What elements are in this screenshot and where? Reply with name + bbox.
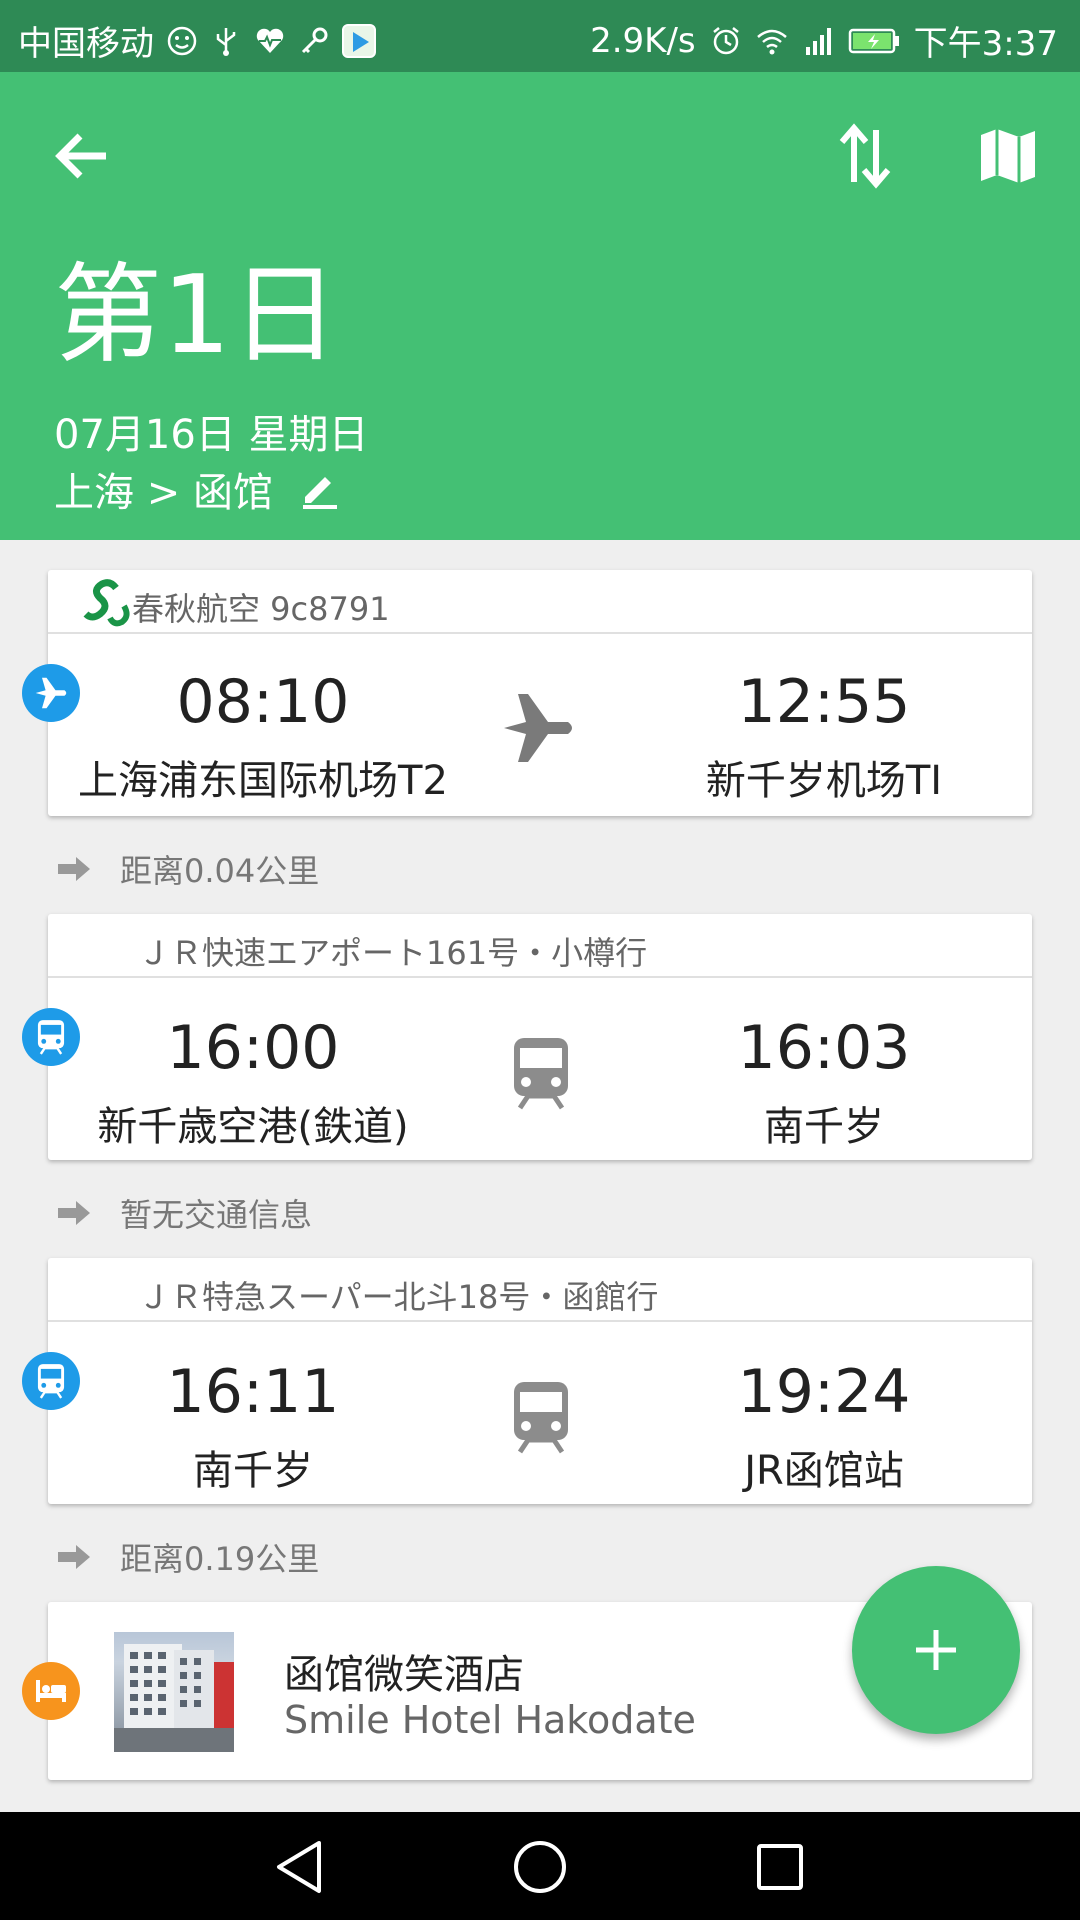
back-button[interactable] — [42, 116, 122, 196]
day-date: 07月16日 星期日 — [54, 412, 369, 458]
arrive-time: 12:55 — [737, 667, 911, 737]
right-arrow-icon — [58, 857, 90, 881]
airline-logo-icon — [83, 579, 130, 627]
hotel-name-cn: 函馆微笑酒店 — [284, 1652, 524, 1698]
flight-departure: 08:10 上海浦东国际机场T2 — [48, 672, 478, 806]
transfer-text: 距离0.04公里 — [120, 852, 320, 890]
map-icon — [981, 129, 1035, 183]
arrive-place: 新千岁机场TI — [705, 758, 943, 804]
train-card-header: ＪＲ特急スーパー北斗18号・函館行 — [48, 1258, 1032, 1322]
right-arrow-icon — [58, 1201, 90, 1225]
train-departure: 16:11 南千岁 — [48, 1362, 458, 1496]
heartbeat-icon — [256, 28, 284, 53]
bed-icon — [36, 1680, 66, 1702]
depart-place: 上海浦东国际机场T2 — [78, 758, 448, 804]
transfer-info: 暂无交通信息 — [56, 1190, 312, 1236]
train-icon — [37, 1364, 65, 1399]
clock-time: 下午3:37 — [913, 24, 1058, 64]
arrive-place: 南千岁 — [764, 1104, 884, 1150]
carrier-label: 中国移动 — [18, 24, 154, 64]
plane-icon — [504, 694, 572, 762]
nav-back-button[interactable] — [264, 1832, 334, 1902]
depart-place: 南千岁 — [193, 1448, 313, 1494]
train-arrival: 19:24 JR函馆站 — [624, 1362, 1024, 1496]
flight-title: 春秋航空 9c8791 — [132, 590, 390, 628]
edit-icon[interactable] — [299, 469, 339, 509]
flight-arrival: 12:55 新千岁机场TI — [624, 672, 1024, 806]
swap-vertical-icon — [839, 123, 891, 189]
battery-icon — [848, 28, 899, 53]
hotel-badge — [22, 1662, 80, 1720]
train-card[interactable]: ＪＲ快速エアポート161号・小樽行 16:00 新千歳空港(鉄道) 16:03 … — [48, 914, 1032, 1160]
alarm-icon — [712, 26, 739, 54]
signal-icon — [805, 27, 831, 55]
flight-badge — [22, 664, 80, 722]
play-store-icon — [342, 23, 376, 58]
swap-order-button[interactable] — [826, 116, 906, 196]
train-badge — [22, 1352, 80, 1410]
depart-place: 新千歳空港(鉄道) — [97, 1104, 409, 1150]
train-title: ＪＲ特急スーパー北斗18号・函館行 — [138, 1278, 659, 1316]
day-header: 第1日 07月16日 星期日 上海 > 函馆 — [0, 72, 1080, 540]
train-arrival: 16:03 南千岁 — [624, 1018, 1024, 1152]
day-title: 第1日 — [54, 253, 339, 378]
plus-icon — [916, 1630, 956, 1670]
transfer-info: 距离0.19公里 — [56, 1534, 319, 1580]
key-icon — [301, 27, 328, 53]
system-nav-bar — [0, 1812, 1080, 1920]
map-button[interactable] — [968, 116, 1048, 196]
depart-time: 08:10 — [176, 667, 350, 737]
back-arrow-icon — [55, 133, 106, 179]
train-title: ＪＲ快速エアポート161号・小樽行 — [138, 934, 648, 972]
usb-icon — [216, 27, 236, 56]
arrive-time: 16:03 — [737, 1013, 911, 1083]
train-badge — [22, 1008, 80, 1066]
train-icon — [37, 1020, 65, 1055]
arrive-time: 19:24 — [737, 1357, 911, 1427]
hotel-name-en: Smile Hotel Hakodate — [284, 1698, 696, 1742]
transfer-info: 距离0.04公里 — [56, 846, 319, 892]
network-speed: 2.9K/s — [590, 20, 696, 61]
route-text: 上海 > 函馆 — [54, 470, 273, 516]
train-icon — [514, 1382, 568, 1454]
transfer-text: 暂无交通信息 — [120, 1196, 313, 1234]
circle-home-icon — [514, 1841, 566, 1893]
triangle-back-icon — [277, 1841, 321, 1893]
plane-icon — [35, 677, 67, 709]
arrive-place: JR函馆站 — [744, 1448, 904, 1494]
depart-time: 16:00 — [166, 1013, 340, 1083]
right-arrow-icon — [58, 1545, 90, 1569]
train-icon — [514, 1038, 568, 1110]
train-departure: 16:00 新千歳空港(鉄道) — [48, 1018, 458, 1152]
nav-recents-button[interactable] — [745, 1832, 815, 1902]
depart-time: 16:11 — [166, 1357, 340, 1427]
transfer-text: 距离0.19公里 — [120, 1540, 320, 1578]
smiley-icon — [167, 26, 197, 55]
status-bar: 中国移动 2.9K/s 下午3:37 — [0, 0, 1080, 72]
flight-card-header: 春秋航空 9c8791 — [48, 570, 1032, 634]
train-card[interactable]: ＪＲ特急スーパー北斗18号・函館行 16:11 南千岁 19:24 JR函馆站 — [48, 1258, 1032, 1504]
hotel-photo — [114, 1632, 234, 1752]
square-recents-icon — [757, 1844, 803, 1890]
nav-home-button[interactable] — [505, 1832, 575, 1902]
add-item-button[interactable] — [852, 1566, 1020, 1734]
flight-card[interactable]: 春秋航空 9c8791 08:10 上海浦东国际机场T2 12:55 新千岁机场… — [48, 570, 1032, 816]
wifi-icon — [756, 29, 787, 54]
route-row: 上海 > 函馆 — [54, 460, 339, 518]
train-card-header: ＪＲ快速エアポート161号・小樽行 — [48, 914, 1032, 978]
